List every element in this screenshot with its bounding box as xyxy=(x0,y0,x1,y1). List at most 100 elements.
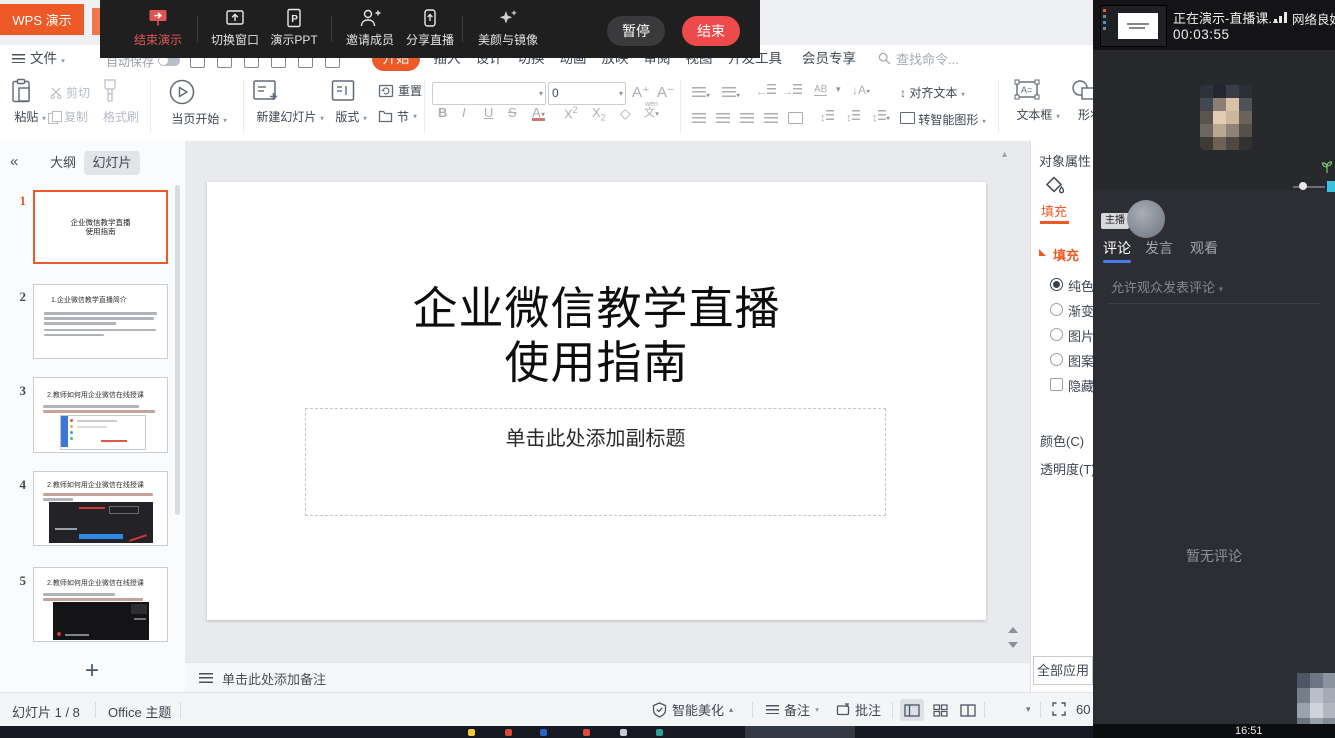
numbered-list-button[interactable]: ▾ xyxy=(722,86,740,101)
textbox-button[interactable]: A= 文本框 ▾ xyxy=(1014,78,1062,123)
subscript-button[interactable]: X2 xyxy=(592,105,606,123)
format-painter-button[interactable]: 格式刷 xyxy=(100,78,142,125)
allow-comments-dropdown[interactable]: 允许观众发表评论 ▾ xyxy=(1111,277,1223,296)
apply-all-button[interactable]: 全部应用 xyxy=(1033,656,1093,685)
wps-logo-tab[interactable]: WPS 演示 xyxy=(0,4,84,35)
slide-thumbnail-4[interactable]: 2.教师如何用企业微信在线授课 xyxy=(33,471,168,546)
layout-button[interactable]: 版式 ▾ xyxy=(330,78,372,125)
bold-button[interactable]: B xyxy=(438,105,447,120)
line-spacing-up-button[interactable]: ↕ xyxy=(820,110,834,124)
live-header: 正在演示-直播课... 网络良好 00:03:55 xyxy=(1093,0,1335,50)
object-properties-dropdown[interactable]: 对象属性 ▾ xyxy=(1039,151,1099,170)
section-button[interactable]: 节 ▾ xyxy=(378,108,417,125)
align-text-button[interactable]: ↕ 对齐文本 ▾ xyxy=(900,84,965,101)
subtitle-placeholder[interactable]: 单击此处添加副标题 xyxy=(305,408,886,516)
radio-pattern-fill[interactable] xyxy=(1050,353,1063,366)
hide-background-checkbox[interactable] xyxy=(1050,378,1063,391)
view-normal-button[interactable] xyxy=(900,699,924,721)
slide-thumbnail-3[interactable]: 2.教师如何用企业微信在线授课 xyxy=(33,377,168,453)
collapse-ribbon-arrow[interactable]: ▴ xyxy=(1002,149,1007,160)
cut-button[interactable]: 剪切 xyxy=(50,84,90,101)
pause-stream-button[interactable]: 暂停 xyxy=(607,16,665,46)
notes-bar[interactable]: 单击此处添加备注 xyxy=(185,662,1030,693)
switch-window-button[interactable]: 切换窗口 xyxy=(203,7,267,48)
collapse-panel-button[interactable]: « xyxy=(10,153,18,170)
panel-scrollbar[interactable] xyxy=(175,185,180,515)
format-painter-icon xyxy=(100,78,120,104)
increase-indent-button[interactable]: → xyxy=(782,84,802,98)
char-spacing-caret[interactable]: ▾ xyxy=(836,84,841,95)
copy-button[interactable]: 复制 xyxy=(48,108,88,125)
command-search[interactable]: 查找命令... xyxy=(878,49,959,68)
superscript-button[interactable]: X2 xyxy=(564,105,578,121)
slide-editor[interactable]: 企业微信教学直播 使用指南 单击此处添加副标题 xyxy=(207,182,986,620)
tab-live-comments[interactable]: 评论 xyxy=(1103,238,1131,258)
tab-live-speak[interactable]: 发言 xyxy=(1145,238,1173,258)
font-size-combo[interactable]: ▾ xyxy=(548,82,626,105)
comments-button[interactable]: 批注 xyxy=(836,700,881,719)
tab-slides[interactable]: 幻灯片 xyxy=(84,151,140,175)
share-live-button[interactable]: 分享直播 xyxy=(402,7,458,48)
slide-thumbnail-1[interactable]: 企业微信教学直播 使用指南 xyxy=(33,190,168,264)
invite-member-button[interactable]: 邀请成员 xyxy=(338,7,402,48)
phonetic-guide-button[interactable]: wén 文▾ xyxy=(644,101,659,118)
play-dropdown[interactable]: ▾ xyxy=(1026,704,1031,715)
theme-name: Office 主题 xyxy=(108,702,171,721)
stream-thumbnail[interactable] xyxy=(1100,5,1167,47)
beauty-mirror-button[interactable]: 美颜与镜像 xyxy=(472,7,544,48)
volume-slider-knob[interactable] xyxy=(1299,182,1307,190)
line-spacing-button[interactable]: ↕▾ xyxy=(872,110,890,124)
justify-button[interactable] xyxy=(764,112,778,127)
font-family-input[interactable] xyxy=(433,83,535,102)
font-color-button[interactable]: A▾ xyxy=(532,105,545,121)
tab-outline[interactable]: 大纲 xyxy=(44,151,82,175)
tab-membership[interactable]: 会员专享 xyxy=(800,47,858,71)
decrease-font-button[interactable]: A⁻ xyxy=(657,83,675,101)
present-ppt-button[interactable]: P 演示PPT xyxy=(268,7,320,48)
para-spacing-button[interactable]: ↕ xyxy=(846,110,860,124)
start-from-current-button[interactable]: 当页开始 ▾ xyxy=(168,78,230,127)
next-slide-button[interactable] xyxy=(1008,642,1018,648)
taskbar-active-app[interactable] xyxy=(745,726,855,738)
smart-graphic-button[interactable]: 转智能图形 ▾ xyxy=(900,111,986,128)
underline-button[interactable]: U xyxy=(484,105,493,120)
notes-toggle[interactable]: 备注▾ xyxy=(766,700,819,719)
slide-title[interactable]: 企业微信教学直播 使用指南 xyxy=(207,282,986,390)
text-direction-button[interactable]: ↓A▾ xyxy=(852,83,870,97)
fit-screen-icon[interactable] xyxy=(1052,702,1066,716)
align-left-button[interactable] xyxy=(692,112,706,127)
font-family-combo[interactable]: ▾ xyxy=(432,82,546,105)
bullet-list-button[interactable]: ▾ xyxy=(692,86,710,101)
smart-beautify-button[interactable]: 智能美化▴ xyxy=(652,700,733,719)
fill-section-header[interactable]: 填充 xyxy=(1053,245,1079,264)
radio-picture-fill[interactable] xyxy=(1050,328,1063,341)
decrease-indent-button[interactable]: ← xyxy=(756,84,776,98)
distribute-button[interactable] xyxy=(788,112,803,127)
italic-button[interactable]: I xyxy=(462,105,466,120)
align-right-button[interactable] xyxy=(740,112,754,127)
previous-slide-button[interactable] xyxy=(1008,627,1018,633)
font-size-input[interactable] xyxy=(549,83,615,102)
file-menu[interactable]: 文件 ▾ xyxy=(12,48,65,70)
radio-gradient-fill[interactable] xyxy=(1050,303,1063,316)
paste-button[interactable]: 粘贴 ▾ xyxy=(10,78,50,125)
fill-tab[interactable]: 填充 xyxy=(1041,201,1067,220)
reset-button[interactable]: 重置 xyxy=(378,82,422,99)
slide-thumbnail-5[interactable]: 2.教师如何用企业微信在线授课 xyxy=(33,567,168,642)
tab-live-watch[interactable]: 观看 xyxy=(1190,238,1218,258)
align-center-button[interactable] xyxy=(716,112,730,127)
new-slide-button[interactable]: 新建幻灯片 ▾ xyxy=(252,78,328,125)
slide-thumbnail-2[interactable]: 1.企业微信教学直播简介 xyxy=(33,284,168,359)
add-slide-button[interactable]: + xyxy=(76,656,108,686)
radio-solid-fill[interactable] xyxy=(1050,278,1063,291)
char-spacing-button[interactable]: AB xyxy=(814,84,827,96)
textbox-icon: A= xyxy=(1014,78,1040,102)
strikethrough-button[interactable]: S xyxy=(508,105,517,120)
increase-font-button[interactable]: A⁺ xyxy=(632,83,650,101)
view-sorter-button[interactable] xyxy=(928,699,952,721)
view-reading-button[interactable] xyxy=(956,699,980,721)
end-presentation-button[interactable]: 结束演示 xyxy=(126,7,190,48)
volume-slider[interactable] xyxy=(1293,186,1325,188)
end-stream-button[interactable]: 结束 xyxy=(682,16,740,46)
clear-format-button[interactable]: ◇ xyxy=(620,105,631,122)
